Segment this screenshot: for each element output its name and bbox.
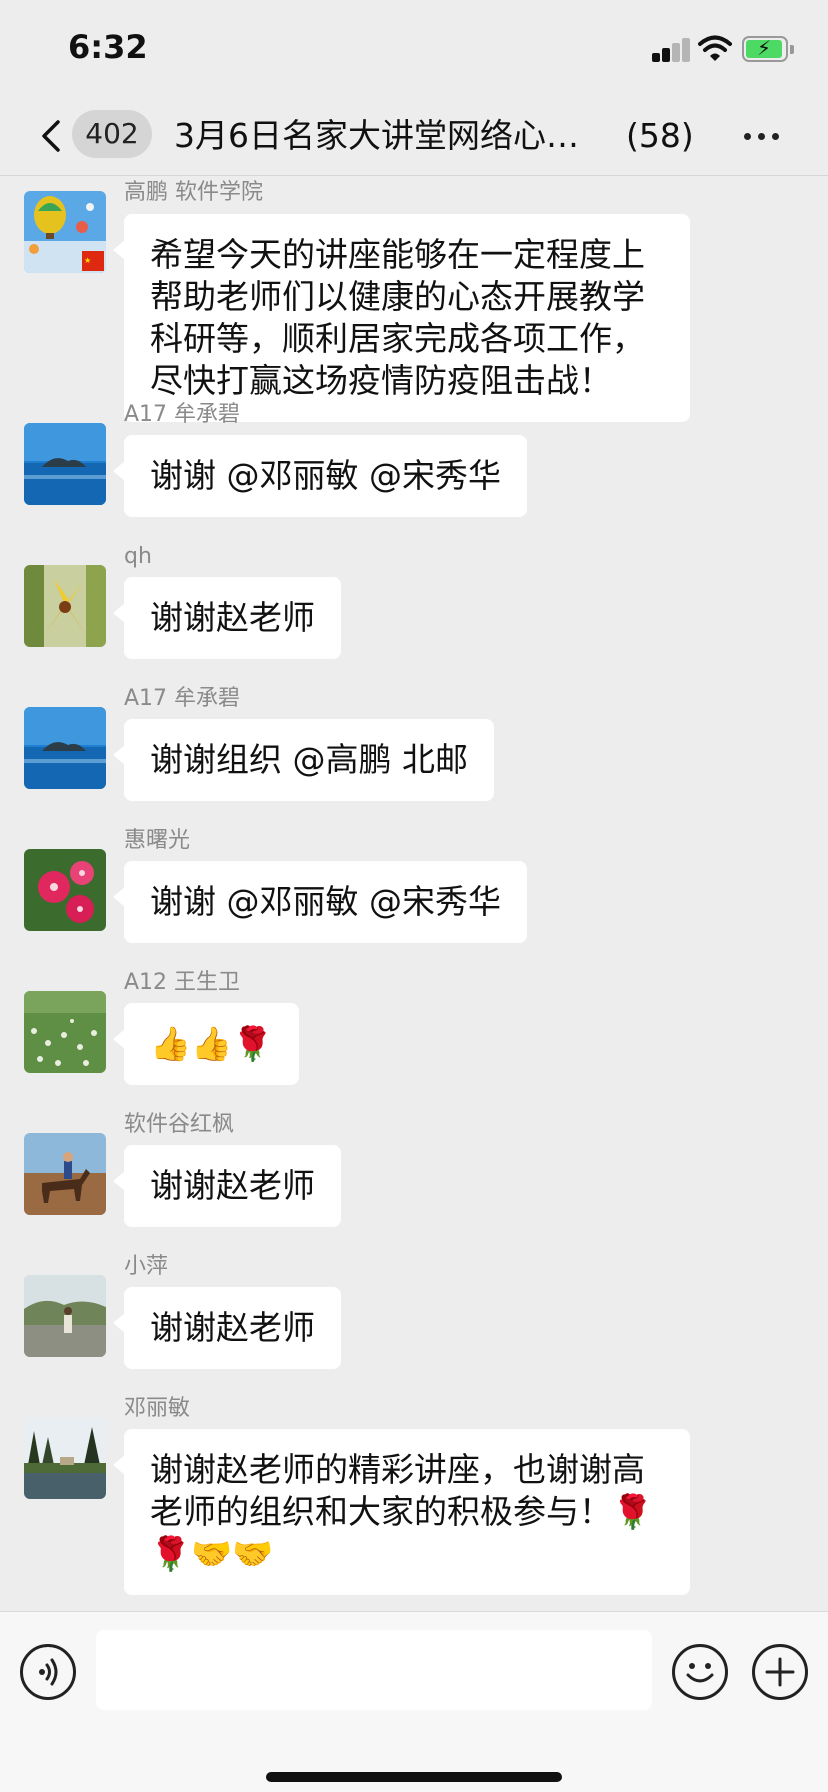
message-list[interactable]: ★ 高鹏 软件学院 希望今天的讲座能够在一定程度上帮助老师们以健康的心态开展教学… (0, 177, 828, 1611)
avatar-flower-field[interactable] (24, 991, 106, 1073)
sender-name: 高鹏 软件学院 (124, 180, 263, 205)
member-count: (58) (626, 116, 694, 155)
emoji-button[interactable] (672, 1644, 728, 1700)
avatar-hot-air-balloons[interactable]: ★ (24, 191, 106, 273)
back-chevron-icon[interactable] (34, 112, 70, 160)
home-indicator[interactable] (266, 1772, 562, 1782)
message-bubble[interactable]: 希望今天的讲座能够在一定程度上帮助老师们以健康的心态开展教学科研等，顺利居家完成… (113, 214, 690, 422)
status-bar: 6:32 ⚡ (0, 0, 828, 96)
message-bubble[interactable]: 谢谢赵老师 (113, 577, 341, 659)
message-bubble[interactable]: 谢谢赵老师 (113, 1287, 341, 1369)
sender-name: qh (124, 544, 152, 569)
cellular-signal-icon (652, 36, 690, 62)
avatar-horse-rider[interactable] (24, 1133, 106, 1215)
message-bubble[interactable]: 谢谢 @邓丽敏 @宋秀华 (113, 861, 527, 943)
message-bubble[interactable]: 谢谢赵老师的精彩讲座，也谢谢高老师的组织和大家的积极参与！🌹🌹🤝🤝 (113, 1429, 690, 1595)
sender-name: 惠曙光 (124, 828, 191, 853)
voice-icon (39, 1658, 58, 1686)
avatar-garden-person[interactable] (24, 1275, 106, 1357)
message-input-bar (0, 1611, 828, 1792)
smiley-icon (686, 1663, 714, 1683)
wifi-icon (698, 35, 732, 61)
sender-name: 小萍 (124, 1254, 169, 1279)
sender-name: 邓丽敏 (124, 1396, 191, 1421)
more-options-icon[interactable] (742, 116, 782, 156)
message-bubble[interactable]: 谢谢 @邓丽敏 @宋秀华 (113, 435, 527, 517)
avatar-yellow-orchid[interactable] (24, 565, 106, 647)
message-bubble[interactable]: 👍👍🌹 (112, 1003, 300, 1085)
svg-text:★: ★ (84, 256, 91, 265)
message-bubble[interactable]: 谢谢组织 @高鹏 北邮 (113, 719, 494, 801)
message-bubble[interactable]: 谢谢赵老师 (113, 1145, 341, 1227)
avatar-pink-flowers[interactable] (24, 849, 106, 931)
voice-input-button[interactable] (20, 1644, 76, 1700)
sender-name: A17 牟承碧 (124, 402, 241, 427)
unread-count-badge[interactable]: 402 (72, 110, 152, 158)
chat-header: 402 3月6日名家大讲堂网络心… (58) (0, 96, 828, 176)
avatar-sea-rock[interactable] (24, 707, 106, 789)
more-functions-button[interactable] (752, 1644, 808, 1700)
status-time: 6:32 (68, 28, 148, 66)
sender-name: A12 王生卫 (124, 970, 241, 995)
battery-charging-icon: ⚡ (742, 36, 794, 62)
chat-title: 3月6日名家大讲堂网络心… (174, 116, 579, 155)
avatar-lake-trees[interactable] (24, 1417, 106, 1499)
sender-name: 软件谷红枫 (124, 1112, 235, 1137)
sender-name: A17 牟承碧 (124, 686, 241, 711)
wechat-group-chat-screen: 6:32 ⚡ 402 3月6日名家大讲堂网络心… (58) ★ 高鹏 软件学院 … (0, 0, 828, 1792)
avatar-sea-rock[interactable] (24, 423, 106, 505)
plus-icon (765, 1657, 795, 1687)
message-text-input[interactable] (96, 1630, 652, 1710)
